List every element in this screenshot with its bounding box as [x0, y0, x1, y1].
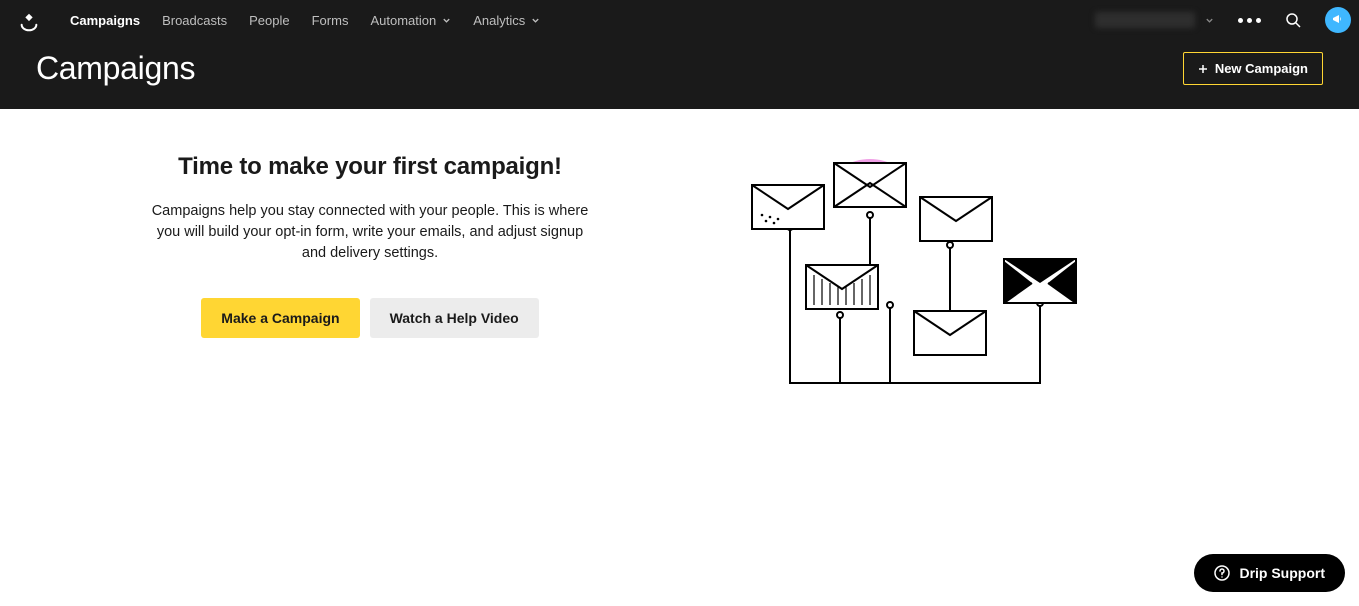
nav-automation[interactable]: Automation — [370, 13, 451, 28]
announcement-icon[interactable] — [1325, 7, 1351, 33]
more-menu-icon[interactable] — [1238, 18, 1261, 23]
help-icon — [1214, 565, 1230, 581]
new-campaign-button[interactable]: New Campaign — [1183, 52, 1323, 85]
page-title: Campaigns — [36, 50, 195, 87]
main-nav: Campaigns Broadcasts People Forms Automa… — [70, 13, 1095, 28]
empty-state: Time to make your first campaign! Campai… — [90, 153, 650, 413]
chevron-down-icon — [442, 16, 451, 25]
make-campaign-button[interactable]: Make a Campaign — [201, 298, 359, 338]
search-icon[interactable] — [1285, 12, 1301, 28]
nav-people[interactable]: People — [249, 13, 289, 28]
chevron-down-icon — [1205, 16, 1214, 25]
nav-forms[interactable]: Forms — [312, 13, 349, 28]
empty-state-description: Campaigns help you stay connected with y… — [150, 201, 590, 264]
campaigns-illustration — [730, 153, 1090, 413]
support-widget-button[interactable]: Drip Support — [1194, 554, 1345, 592]
watch-help-video-button[interactable]: Watch a Help Video — [370, 298, 539, 338]
nav-campaigns[interactable]: Campaigns — [70, 13, 140, 28]
account-name-redacted[interactable] — [1095, 12, 1195, 28]
drip-logo[interactable] — [18, 11, 40, 33]
nav-broadcasts[interactable]: Broadcasts — [162, 13, 227, 28]
empty-state-title: Time to make your first campaign! — [90, 153, 650, 181]
chevron-down-icon — [531, 16, 540, 25]
nav-analytics[interactable]: Analytics — [473, 13, 540, 28]
plus-icon — [1198, 64, 1208, 74]
